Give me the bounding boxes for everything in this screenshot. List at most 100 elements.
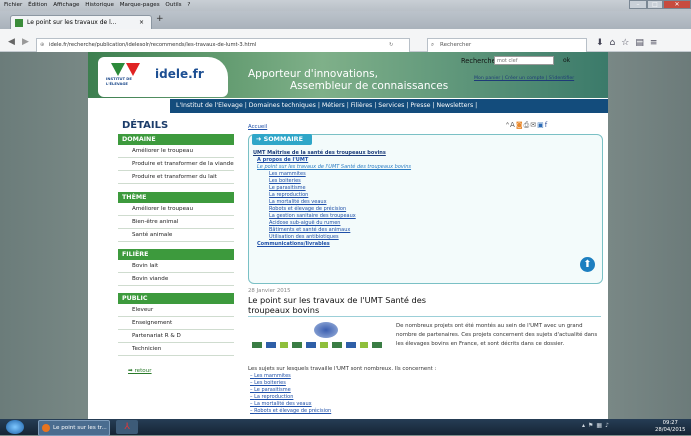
close-window-button[interactable]: ✕ bbox=[663, 0, 691, 9]
toc-item[interactable]: Utilisation des antibiotiques bbox=[253, 234, 533, 241]
url-text: idele.fr/recherche/publication/idelesolr… bbox=[49, 42, 257, 48]
toc-item-current[interactable]: Le point sur les travaux de l'UMT Santé … bbox=[253, 164, 533, 171]
new-tab-button[interactable]: + bbox=[156, 14, 164, 24]
minimize-button[interactable]: – bbox=[629, 0, 647, 9]
sidebar-item[interactable]: Technicien bbox=[118, 343, 234, 356]
site-search-input[interactable]: mot clef bbox=[494, 56, 554, 65]
toc: UMT Maîtrise de la santé des troupeaux b… bbox=[253, 150, 533, 248]
toc-item[interactable]: Communications/livrables bbox=[253, 241, 533, 248]
subject-link[interactable]: – La reproduction bbox=[250, 394, 450, 401]
menu-tools[interactable]: Outils bbox=[165, 2, 181, 8]
url-bar[interactable]: ⊕ idele.fr/recherche/publication/ideleso… bbox=[36, 38, 410, 53]
toc-item[interactable]: Le parasitisme bbox=[253, 185, 533, 192]
text-size-icon[interactable]: ᴬA bbox=[506, 121, 516, 129]
partners-logos-image bbox=[250, 320, 390, 354]
back-icon[interactable]: ◀ bbox=[8, 37, 15, 47]
sidebar-item[interactable]: Enseignement bbox=[118, 317, 234, 330]
maximize-button[interactable]: □ bbox=[647, 0, 663, 9]
window-controls: – □ ✕ bbox=[629, 0, 691, 9]
breadcrumb[interactable]: Accueil bbox=[248, 124, 267, 130]
menu-help[interactable]: ? bbox=[187, 2, 190, 8]
sidebar-item[interactable]: Bien-être animal bbox=[118, 216, 234, 229]
toc-item[interactable]: Robots et élevage de précision bbox=[253, 206, 533, 213]
site-search-ok-button[interactable]: ok bbox=[563, 57, 570, 64]
toc-item[interactable]: A propos de l'UMT bbox=[253, 157, 533, 164]
search-icon: ⌕ bbox=[431, 42, 435, 48]
account-links[interactable]: Mon panier | Créer un compte | S'identif… bbox=[474, 76, 574, 81]
home-icon[interactable]: ⌂ bbox=[610, 38, 622, 48]
sidebar-item[interactable]: Améliorer le troupeau bbox=[118, 203, 234, 216]
main-nav-links[interactable]: L'Institut de l'Elevage | Domaines techn… bbox=[176, 102, 477, 109]
subject-link[interactable]: – Robots et élevage de précision bbox=[250, 408, 450, 415]
globe-icon: ⊕ bbox=[40, 42, 45, 48]
article-intro: De nombreux projets ont été montés au se… bbox=[396, 323, 598, 347]
toc-item[interactable]: Les boiteries bbox=[253, 178, 533, 185]
menu-bookmarks[interactable]: Marque-pages bbox=[120, 2, 160, 8]
browser-search-box[interactable]: ⌕ Rechercher bbox=[427, 38, 587, 53]
start-button-icon[interactable] bbox=[6, 420, 24, 434]
sidebar-item[interactable]: Produire et transformer de la viande bbox=[118, 158, 234, 171]
menu-history[interactable]: Historique bbox=[85, 2, 114, 8]
menu-icon[interactable]: ≡ bbox=[650, 38, 664, 48]
menu-view[interactable]: Affichage bbox=[53, 2, 79, 8]
tab-close-icon[interactable]: × bbox=[139, 16, 144, 30]
toc-item[interactable]: La gestion sanitaire des troupeaux bbox=[253, 213, 533, 220]
tab-active[interactable]: Le point sur les travaux de l... × bbox=[10, 15, 152, 30]
sidebar-item[interactable]: Bovin lait bbox=[118, 260, 234, 273]
toc-item[interactable]: La reproduction bbox=[253, 192, 533, 199]
logo-org: INSTITUT DE L'ÉLEVAGE bbox=[106, 77, 132, 86]
subjects-list: – Les mammites – Les boiteries – Le para… bbox=[250, 373, 450, 415]
download-icon[interactable]: ⬇ bbox=[596, 38, 610, 48]
rss-icon[interactable]: ◙ bbox=[516, 121, 524, 129]
umt-logo bbox=[314, 322, 338, 338]
sidebar-item[interactable]: Améliorer le troupeau bbox=[118, 145, 234, 158]
toc-item[interactable]: Bâtiments et santé des animaux bbox=[253, 227, 533, 234]
logo-green-mark bbox=[111, 63, 125, 76]
facebook-icon[interactable]: f bbox=[545, 121, 548, 129]
subject-link[interactable]: – Le parasitisme bbox=[250, 387, 450, 394]
sidebar-item[interactable]: Bovin viande bbox=[118, 273, 234, 286]
taskbar-task-label: Le point sur les tr... bbox=[53, 425, 107, 431]
sidebar-item[interactable]: Santé animale bbox=[118, 229, 234, 242]
sidebar-item[interactable]: Eleveur bbox=[118, 304, 234, 317]
site-logo[interactable]: INSTITUT DE L'ÉLEVAGE idele.fr bbox=[98, 57, 228, 97]
reload-icon[interactable]: ↻ bbox=[389, 39, 393, 52]
menu-file[interactable]: Fichier bbox=[4, 2, 22, 8]
tray-icons: ▴⚑▦♪ bbox=[582, 422, 612, 429]
share-icon[interactable]: ▣ bbox=[537, 121, 545, 129]
subject-link-label: Le parasitisme bbox=[254, 387, 291, 393]
title-divider bbox=[248, 316, 601, 317]
subjects-intro: Les sujets sur lesquels travaille l'UMT … bbox=[248, 366, 437, 372]
tagline-line2: Assembleur de connaissances bbox=[290, 80, 449, 92]
bookmark-star-icon[interactable]: ☆ bbox=[621, 38, 635, 48]
firefox-icon bbox=[42, 424, 50, 432]
subject-link-label: La reproduction bbox=[254, 394, 294, 400]
clipboard-icon[interactable]: ▤ bbox=[635, 38, 650, 48]
clock-date: 28/04/2015 bbox=[655, 426, 686, 433]
menu-edit[interactable]: Édition bbox=[28, 2, 47, 8]
tab-title: Le point sur les travaux de l... bbox=[27, 19, 117, 26]
toc-item[interactable]: Les mammites bbox=[253, 171, 533, 178]
network-icon[interactable]: ▦ bbox=[596, 422, 605, 429]
sidebar-heading-theme: THÈME bbox=[118, 192, 234, 203]
taskbar-firefox-button[interactable]: Le point sur les tr... bbox=[38, 420, 110, 436]
clock[interactable]: 09:27 28/04/2015 bbox=[655, 420, 686, 433]
sidebar-item[interactable]: Produire et transformer du lait bbox=[118, 171, 234, 184]
site-search-label: Rechercher bbox=[461, 57, 499, 65]
toc-item[interactable]: La mortalité des veaux bbox=[253, 199, 533, 206]
sidebar-item[interactable]: Partenariat R & D bbox=[118, 330, 234, 343]
volume-icon[interactable]: ♪ bbox=[605, 422, 612, 429]
toc-item[interactable]: Acidose sub-aiguë du rumen bbox=[253, 220, 533, 227]
toc-title[interactable]: UMT Maîtrise de la santé des troupeaux b… bbox=[253, 150, 533, 157]
subject-link[interactable]: – Les mammites bbox=[250, 373, 450, 380]
acrobat-icon[interactable]: ⅄ bbox=[116, 420, 138, 434]
subject-link[interactable]: – Les boiteries bbox=[250, 380, 450, 387]
back-link-label: retour bbox=[134, 368, 152, 374]
scroll-top-icon[interactable]: ⬆ bbox=[580, 257, 595, 272]
subject-link[interactable]: – La mortalité des veaux bbox=[250, 401, 450, 408]
forward-icon[interactable]: ▶ bbox=[22, 37, 29, 47]
logo-red-mark bbox=[126, 63, 140, 76]
back-link[interactable]: ➡ retour bbox=[118, 368, 234, 374]
favicon-icon bbox=[15, 19, 23, 27]
